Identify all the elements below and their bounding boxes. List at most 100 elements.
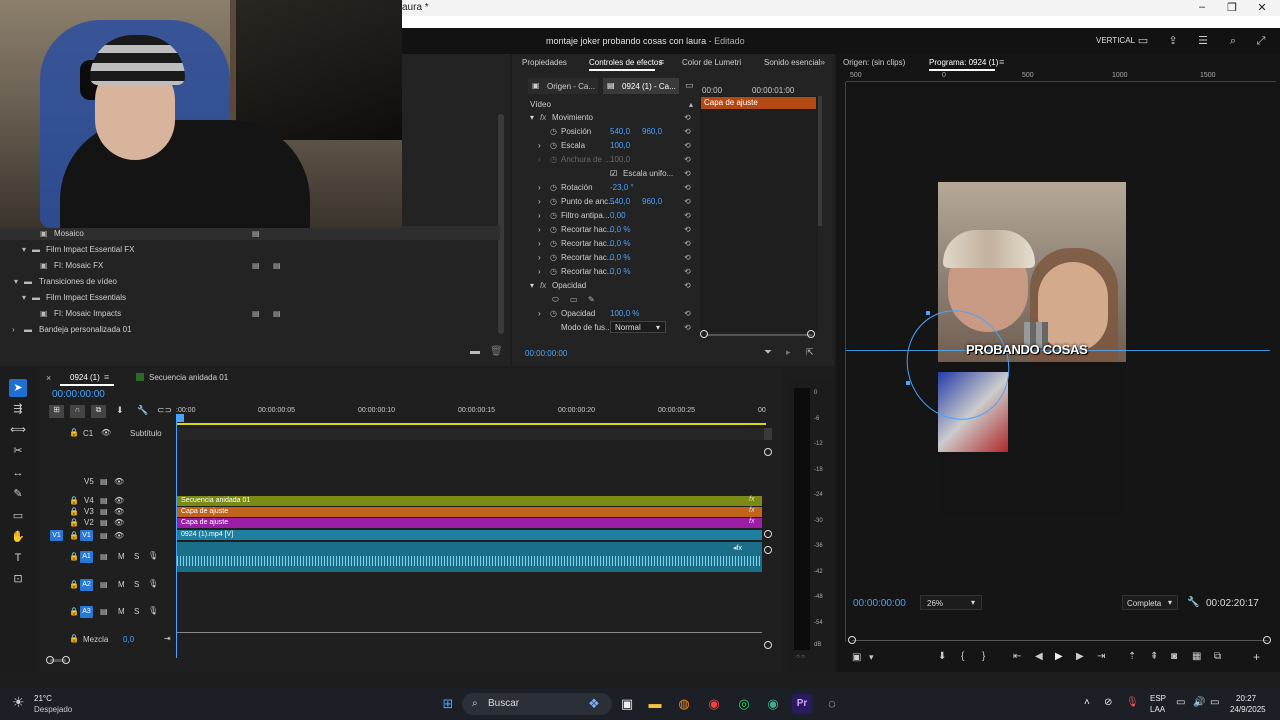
step-forward-icon[interactable]: ▶: [1076, 651, 1084, 662]
minimize-icon[interactable]: –: [1192, 1, 1212, 13]
go-to-in-icon[interactable]: ⇤: [1013, 651, 1021, 662]
play-icon[interactable]: ▶: [1055, 651, 1063, 662]
new-bin-icon[interactable]: ▬: [470, 346, 480, 357]
fx-clip-bar[interactable]: Capa de ajuste: [701, 97, 816, 109]
timeline-ruler[interactable]: :00:00 00:00:00:05 00:00:00:10 00:00:00:…: [176, 404, 770, 425]
share-icon[interactable]: ⇪: [1166, 34, 1180, 48]
weather-icon[interactable]: ☀: [12, 694, 25, 711]
blend-mode-select[interactable]: Normal ▾: [610, 321, 666, 333]
tab-effect-controls[interactable]: Controles de efectos: [589, 58, 662, 67]
nest-icon[interactable]: ⊞: [49, 405, 64, 418]
fx-crop-3[interactable]: › ◷ Recortar hac... 0,0 % ⟲: [526, 251, 698, 265]
work-area-bar[interactable]: [176, 423, 766, 425]
add-marker-icon[interactable]: ⬇: [938, 651, 946, 662]
captions-icon[interactable]: ⊂⊃: [157, 405, 172, 416]
fx-opacity[interactable]: › ◷ Opacidad 100,0 % ⟲: [526, 307, 698, 321]
program-timecode[interactable]: 00:00:00:00: [853, 598, 906, 609]
fx-rotation[interactable]: › ◷ Rotación -23,0 ° ⟲: [526, 181, 698, 195]
export-icon[interactable]: ⇱: [806, 347, 814, 358]
clip-video-v1[interactable]: 0924 (1).mp4 [V]: [177, 530, 762, 540]
selection-tool-icon[interactable]: ➤: [9, 379, 27, 397]
wrench-icon[interactable]: 🔧: [1187, 597, 1199, 608]
rectangle-tool-icon[interactable]: ▭: [9, 507, 27, 525]
chevron-down-icon[interactable]: ▾: [22, 245, 26, 254]
export-frame-icon[interactable]: ▣: [852, 652, 861, 663]
type-tool-icon[interactable]: T: [9, 549, 27, 567]
fx-crop-4[interactable]: › ◷ Recortar hac... 0,0 % ⟲: [526, 265, 698, 279]
fx-scale[interactable]: › ◷ Escala 100,0 ⟲: [526, 139, 698, 153]
clip-nested-sequence[interactable]: Secuencia anidada 01: [177, 496, 762, 506]
zoom-select[interactable]: 26% ▾: [920, 595, 982, 610]
add-marker-icon[interactable]: ⬇: [116, 405, 124, 416]
chevron-down-icon[interactable]: ▾: [869, 652, 874, 663]
whatsapp-icon[interactable]: ◎: [734, 694, 754, 714]
timeline-scrollbar-top[interactable]: [764, 428, 772, 440]
snap-icon[interactable]: ∩: [70, 405, 85, 418]
fx-opacity-section[interactable]: ▾ fx Opacidad ⟲: [526, 279, 698, 293]
quality-select[interactable]: Completa ▾: [1122, 595, 1178, 610]
tab-sequence-0924[interactable]: 0924 (1): [70, 373, 100, 382]
fx-zoom-bar[interactable]: [706, 334, 812, 336]
battery-icon[interactable]: ▭: [1210, 697, 1219, 708]
fx-timecode[interactable]: 00:00:00:00: [525, 349, 567, 358]
ellipse-mask-outline[interactable]: [900, 305, 1010, 425]
panel-menu-icon[interactable]: ≡: [104, 372, 109, 382]
weather-temp[interactable]: 21°C: [34, 694, 52, 703]
panel-menu-icon[interactable]: ≡: [999, 57, 1004, 67]
fx-width[interactable]: › ◷ Anchura de ... 100,0 ⟲: [526, 153, 698, 167]
fx-scrollbar[interactable]: [818, 96, 822, 226]
panel-menu-icon[interactable]: ≡: [659, 57, 664, 67]
camera-icon[interactable]: ◙: [1171, 651, 1177, 662]
bin-item[interactable]: ▾ ▬ Transiciones de vídeo: [0, 274, 500, 290]
bin-item[interactable]: ▣ FI: Mosaic FX ▤ ▤: [0, 258, 500, 274]
start-icon[interactable]: ⊞: [438, 694, 458, 714]
fx-uniform-scale[interactable]: ☑ Escala unifo... ⟲: [526, 167, 698, 181]
tab-program-monitor[interactable]: Programa: 0924 (1): [929, 58, 998, 67]
menu-icon[interactable]: ☰: [1196, 34, 1210, 48]
browser-icon[interactable]: ◍: [674, 694, 694, 714]
display-icon[interactable]: ▭: [1176, 697, 1185, 708]
tab-properties[interactable]: Propiedades: [522, 58, 567, 67]
clip-adjustment-layer-v2[interactable]: Capa de ajuste: [177, 518, 762, 528]
tab-source-monitor[interactable]: Origen: (sin clips): [843, 58, 905, 67]
delete-icon[interactable]: 🗑: [490, 346, 503, 357]
more-tabs-icon[interactable]: »: [820, 57, 825, 67]
caption-tool-icon[interactable]: ⊡: [9, 570, 27, 588]
fx-crop-1[interactable]: › ◷ Recortar hac... 0,0 % ⟲: [526, 223, 698, 237]
close-tab-icon[interactable]: ×: [46, 373, 51, 383]
go-to-out-icon[interactable]: ⇥: [1097, 651, 1105, 662]
language-code[interactable]: ESP: [1150, 694, 1166, 703]
mark-out-icon[interactable]: }: [982, 651, 985, 662]
chevron-right-icon[interactable]: ›: [12, 325, 15, 334]
mark-in-icon[interactable]: {: [961, 651, 964, 662]
chevron-down-icon[interactable]: ▾: [14, 277, 18, 286]
pen-icon[interactable]: ✎: [9, 485, 27, 503]
clock-time[interactable]: 20:27: [1236, 694, 1256, 703]
clip-audio-a1[interactable]: ◂fx: [177, 542, 762, 572]
ripple-edit-icon[interactable]: ⟺: [9, 421, 27, 439]
widgets-icon[interactable]: ❖: [584, 694, 604, 714]
fx-crop-2[interactable]: › ◷ Recortar hac... 0,0 % ⟲: [526, 237, 698, 251]
extract-icon[interactable]: ⇞: [1150, 651, 1158, 662]
fullscreen-icon[interactable]: ⤢: [1254, 34, 1268, 48]
linked-selection-icon[interactable]: ⧉: [91, 405, 106, 418]
toggle-timeline-icon[interactable]: ▭: [685, 80, 694, 91]
subtitle-track-lane[interactable]: [176, 428, 768, 440]
task-view-icon[interactable]: ▣: [617, 694, 637, 714]
scroll-handle-mid[interactable]: [764, 530, 772, 538]
scroll-handle-audio[interactable]: [764, 546, 772, 554]
bin-item[interactable]: › ▬ Bandeja personalizada 01: [0, 322, 500, 338]
zoom-handle-left[interactable]: [700, 330, 708, 338]
wrench-icon[interactable]: 🔧: [137, 405, 148, 416]
compare-icon[interactable]: ▦: [1192, 651, 1201, 662]
razor-icon[interactable]: ✂: [9, 442, 27, 460]
source-clip-tab[interactable]: ▣ Origen - Ca...: [528, 78, 598, 94]
volume-icon[interactable]: 🔊: [1193, 697, 1205, 708]
clip-adjustment-layer-v3[interactable]: Capa de ajuste: [177, 507, 762, 517]
tab-nested-sequence[interactable]: Secuencia anidada 01: [149, 373, 228, 382]
maximize-icon[interactable]: ❐: [1222, 1, 1242, 14]
playhead-handle[interactable]: [176, 414, 184, 422]
scroll-handle-top[interactable]: [764, 448, 772, 456]
bin-item[interactable]: ▾ ▬ Film Impact Essential FX: [0, 242, 500, 258]
close-icon[interactable]: ✕: [1252, 1, 1272, 14]
